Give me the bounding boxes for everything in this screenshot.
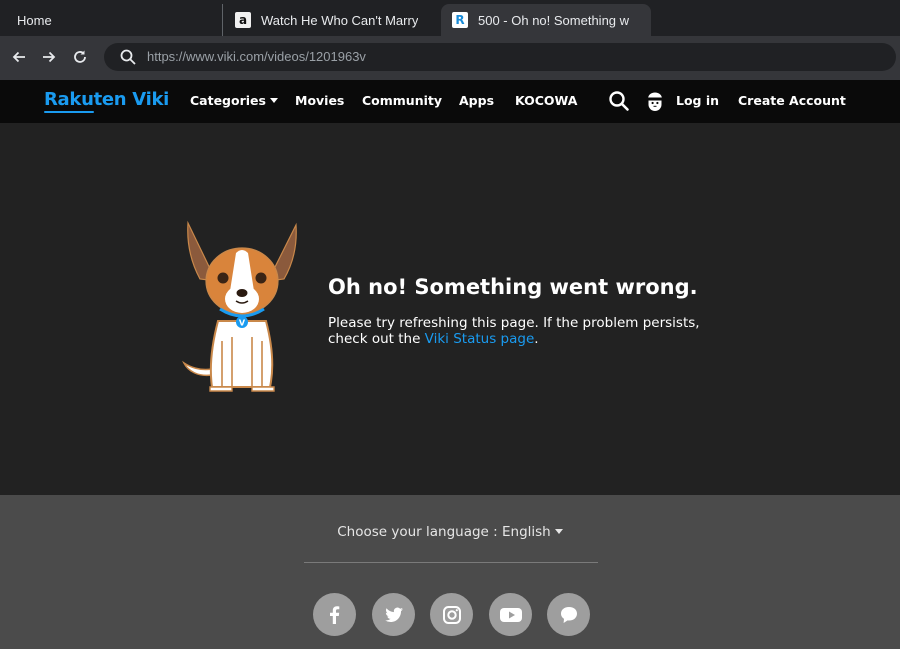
site-header: Rakuten Viki Categories Movies Community…: [0, 80, 900, 123]
nav-categories[interactable]: Categories: [190, 93, 278, 108]
chat-icon[interactable]: [547, 593, 590, 636]
url-text: https://www.viki.com/videos/1201963v: [147, 49, 366, 64]
error-page-content: V Oh no! Something went wrong. Please tr…: [0, 123, 900, 495]
caret-down-icon: [554, 529, 563, 534]
error-title: Oh no! Something went wrong.: [328, 275, 698, 299]
site-footer: Choose your language : English: [0, 495, 900, 649]
logo-text: Rakuten Viki: [44, 89, 170, 110]
language-selector-label: Choose your language : English: [337, 524, 551, 540]
nav-community[interactable]: Community: [362, 93, 442, 108]
amazon-favicon-icon: a: [235, 12, 251, 28]
create-account-link[interactable]: Create Account: [738, 93, 846, 108]
tab-viki-active[interactable]: R 500 - Oh no! Something w: [441, 4, 651, 36]
instagram-icon[interactable]: [430, 593, 473, 636]
twitter-icon[interactable]: [372, 593, 415, 636]
browser-toolbar: https://www.viki.com/videos/1201963v: [0, 36, 900, 80]
footer-divider: [304, 562, 598, 563]
search-icon: [120, 49, 136, 65]
dog-mascot-illustration: V: [182, 220, 297, 392]
browser-tab-strip: Home a Watch He Who Can't Marry R 500 - …: [0, 0, 900, 36]
viki-status-link[interactable]: Viki Status page: [425, 331, 535, 347]
user-avatar-icon[interactable]: [644, 90, 666, 112]
tab-home[interactable]: Home: [0, 4, 222, 36]
nav-apps[interactable]: Apps: [459, 93, 494, 108]
login-link[interactable]: Log in: [676, 93, 719, 108]
rakuten-viki-logo[interactable]: Rakuten Viki: [44, 89, 170, 113]
address-bar[interactable]: https://www.viki.com/videos/1201963v: [104, 43, 896, 71]
language-selector[interactable]: Choose your language : English: [0, 524, 900, 540]
nav-kocowa[interactable]: KOCOWA: [515, 93, 577, 108]
tab-title: Watch He Who Can't Marry: [261, 12, 419, 28]
tab-title: Home: [17, 12, 52, 28]
logo-underline: [44, 111, 94, 113]
reload-icon[interactable]: [69, 46, 91, 68]
rakuten-favicon-icon: R: [452, 12, 468, 28]
search-icon[interactable]: [608, 90, 630, 112]
nav-categories-label: Categories: [190, 93, 266, 108]
nav-movies[interactable]: Movies: [295, 93, 344, 108]
collar-tag-letter: V: [239, 319, 246, 328]
error-message: Please try refreshing this page. If the …: [328, 315, 708, 347]
back-arrow-icon[interactable]: [8, 46, 30, 68]
tab-amazon[interactable]: a Watch He Who Can't Marry: [222, 4, 438, 36]
caret-down-icon: [269, 98, 278, 103]
forward-arrow-icon[interactable]: [38, 46, 60, 68]
youtube-icon[interactable]: [489, 593, 532, 636]
tab-title: 500 - Oh no! Something w: [478, 12, 630, 28]
facebook-icon[interactable]: [313, 593, 356, 636]
error-message-suffix: .: [534, 331, 539, 347]
